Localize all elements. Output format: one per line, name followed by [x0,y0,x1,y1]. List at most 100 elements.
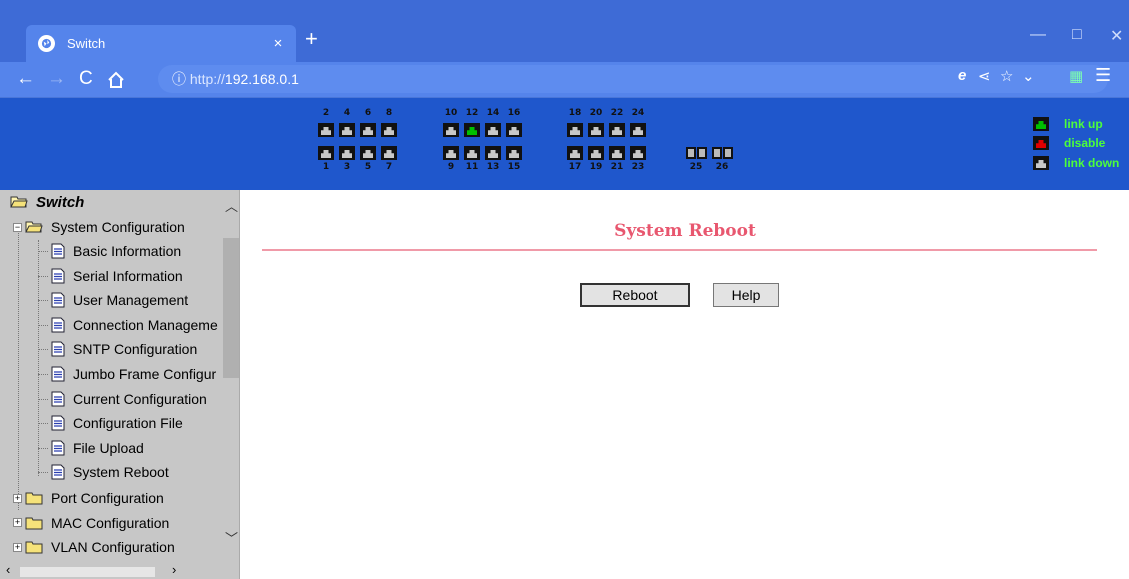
port-label: 18 [568,108,582,118]
tree-root[interactable]: Switch [10,190,84,214]
link-down-legend-icon [1033,156,1049,170]
port-label: 1 [322,162,330,172]
sfp-port-icon[interactable] [712,147,722,159]
expand-icon[interactable]: + [13,518,22,528]
tree-item-configuration-file[interactable]: Configuration File [51,411,183,435]
collapse-icon[interactable]: − [13,222,22,232]
page-icon [51,415,65,431]
scrollbar-thumb[interactable] [20,567,155,577]
tree-item-current-configuration[interactable]: Current Configuration [51,387,207,411]
maximize-icon[interactable]: □ [1072,26,1082,44]
port-16-icon[interactable] [506,123,522,137]
help-button[interactable]: Help [713,283,779,307]
port-7-icon[interactable] [381,146,397,160]
sfp-port-icon[interactable] [697,147,707,159]
tree-vertical-scrollbar[interactable]: ︿ ﹀ [222,190,239,565]
port-label: 23 [631,162,645,172]
port-label: 13 [486,162,500,172]
tree-group-port-configuration[interactable]: + Port Configuration [13,486,164,510]
tree-item-file-upload[interactable]: File Upload [51,436,144,460]
ie-mode-icon[interactable]: e [958,67,966,84]
tree-item-system-reboot[interactable]: System Reboot [51,460,169,484]
new-tab-button[interactable]: + [305,28,318,50]
main-content: System Reboot Reboot Help [241,190,1129,579]
port-label: 26 [715,162,729,172]
reboot-button[interactable]: Reboot [580,283,690,307]
minimize-icon[interactable]: — [1030,26,1046,44]
tree-item-serial-information[interactable]: Serial Information [51,264,183,288]
port-label: 7 [385,162,393,172]
tab-close-icon[interactable]: × [266,35,290,52]
expand-icon[interactable]: + [13,493,22,503]
folder-open-icon [25,220,43,234]
tree-group-label: VLAN Configuration [51,539,175,556]
bookmark-star-icon[interactable]: ☆ [1000,67,1013,85]
page-icon [51,440,65,456]
menu-icon[interactable]: ☰ [1095,65,1111,86]
port-12-icon[interactable] [464,123,480,137]
page-icon [51,268,65,284]
tree-item-user-management[interactable]: User Management [51,288,188,312]
port-10-icon[interactable] [443,123,459,137]
port-1-icon[interactable] [318,146,334,160]
legend-link-up: link up [1064,117,1103,131]
close-window-icon[interactable]: ✕ [1110,26,1123,46]
port-11-icon[interactable] [464,146,480,160]
port-2-icon[interactable] [318,123,334,137]
tree-horizontal-scrollbar[interactable]: ‹ › [0,562,239,579]
port-13-icon[interactable] [485,146,501,160]
tree-group-system-configuration[interactable]: − System Configuration [13,215,185,239]
apps-grid-icon[interactable]: ▦ [1069,67,1083,85]
port-18-icon[interactable] [567,123,583,137]
port-5-icon[interactable] [360,146,376,160]
page-title: System Reboot [614,221,756,241]
browser-tab[interactable]: Switch × [26,25,296,62]
port-9-icon[interactable] [443,146,459,160]
scroll-down-icon[interactable]: ﹀ [225,528,238,547]
port-23-icon[interactable] [630,146,646,160]
port-8-icon[interactable] [381,123,397,137]
tree-group-vlan-configuration[interactable]: + VLAN Configuration [13,535,175,559]
folder-closed-icon [25,516,43,530]
back-icon[interactable]: ← [16,67,35,91]
port-label: 24 [631,108,645,118]
sfp-port-icon[interactable] [723,147,733,159]
port-label: 19 [589,162,603,172]
scroll-right-icon[interactable]: › [172,562,176,577]
port-14-icon[interactable] [485,123,501,137]
port-24-icon[interactable] [630,123,646,137]
reload-icon[interactable]: C [79,67,93,91]
port-22-icon[interactable] [609,123,625,137]
tree-group-mac-configuration[interactable]: + MAC Configuration [13,511,169,535]
port-4-icon[interactable] [339,123,355,137]
share-icon[interactable]: ⋖ [978,67,991,85]
scroll-up-icon[interactable]: ︿ [225,196,238,215]
page-icon [51,464,65,480]
tree-item-label: SNTP Configuration [73,341,198,358]
dropdown-chevron-icon[interactable]: ⌄ [1022,67,1035,85]
port-label: 15 [507,162,521,172]
scrollbar-thumb[interactable] [223,238,239,378]
port-3-icon[interactable] [339,146,355,160]
port-15-icon[interactable] [506,146,522,160]
scroll-left-icon[interactable]: ‹ [6,562,10,577]
port-19-icon[interactable] [588,146,604,160]
expand-icon[interactable]: + [13,542,22,552]
tree-item-jumbo-frame-configur[interactable]: Jumbo Frame Configur [51,362,216,386]
home-icon[interactable] [107,67,125,96]
port-6-icon[interactable] [360,123,376,137]
port-label: 10 [444,108,458,118]
port-17-icon[interactable] [567,146,583,160]
legend-disable: disable [1064,136,1106,150]
disable-legend-icon [1033,136,1049,150]
port-20-icon[interactable] [588,123,604,137]
tree-item-label: Configuration File [73,415,183,432]
port-21-icon[interactable] [609,146,625,160]
tree-item-basic-information[interactable]: Basic Information [51,239,181,263]
sfp-port-icon[interactable] [686,147,696,159]
forward-icon[interactable]: → [47,67,66,91]
tree-item-sntp-configuration[interactable]: SNTP Configuration [51,337,197,361]
port-label: 25 [689,162,703,172]
tree-item-connection-manageme[interactable]: Connection Manageme [51,313,218,337]
tree-group-label: Port Configuration [51,490,164,506]
